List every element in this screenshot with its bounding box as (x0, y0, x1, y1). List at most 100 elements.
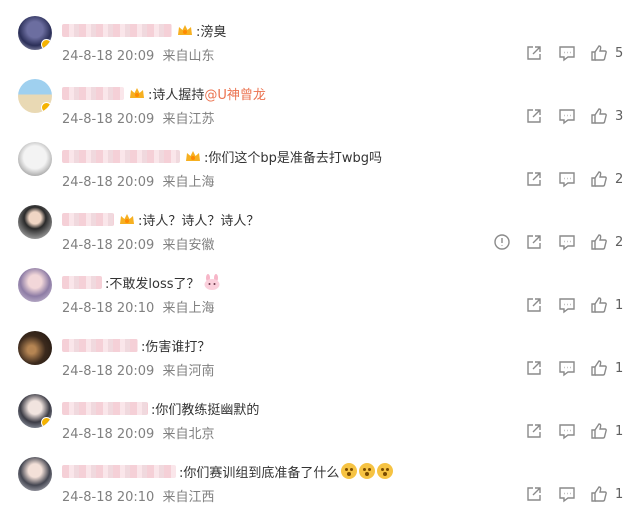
comment-content: :诗人？诗人？诗人？ (62, 209, 259, 229)
comment-meta: 24-8-18 20:10 来自上海 (62, 297, 215, 316)
comment-meta: 24-8-18 20:09 来自山东 (62, 45, 215, 64)
comment-icon[interactable] (558, 170, 576, 188)
share-icon[interactable] (525, 44, 543, 62)
comment-icon[interactable] (558, 485, 576, 503)
like-button[interactable]: 3 (590, 107, 623, 125)
comment-content: :你们教练挺幽默的 (62, 398, 259, 418)
username-blurred[interactable] (62, 275, 102, 289)
like-count: 3 (615, 108, 624, 124)
comment-location: 来自北京 (162, 427, 215, 442)
comment-item: :滂臭 24-8-18 20:09 来自山东 5 (0, 14, 643, 77)
avatar[interactable] (18, 16, 52, 50)
comment-item: :你们教练挺幽默的 24-8-18 20:09 来自北京 1 (0, 392, 643, 455)
comment-date: 24-8-18 20:09 (62, 112, 155, 127)
share-icon[interactable] (525, 422, 543, 440)
comment-icon[interactable] (558, 296, 576, 314)
comment-text: :不敢发loss了？ (105, 276, 200, 292)
like-count: 2 (615, 171, 624, 187)
report-icon[interactable] (493, 233, 511, 251)
comment-date: 24-8-18 20:09 (62, 175, 155, 190)
comment-list: :滂臭 24-8-18 20:09 来自山东 5:诗人握持 @U神曾龙 24-… (0, 0, 643, 517)
like-icon (591, 234, 607, 250)
like-icon (591, 423, 607, 439)
username-blurred[interactable] (62, 401, 148, 415)
comment-meta: 24-8-18 20:09 来自北京 (62, 423, 215, 442)
avatar[interactable] (18, 457, 52, 491)
comment-text: :诗人？诗人？诗人？ (138, 213, 260, 229)
comment-location: 来自上海 (162, 175, 215, 190)
comment-icon[interactable] (558, 422, 576, 440)
share-icon[interactable] (525, 296, 543, 314)
share-icon[interactable] (525, 485, 543, 503)
comment-location: 来自安徽 (162, 238, 215, 253)
avatar[interactable] (18, 268, 52, 302)
share-icon[interactable] (525, 170, 543, 188)
username-blurred[interactable] (62, 86, 124, 100)
avatar[interactable] (18, 394, 52, 428)
comment-item: :你们这个bp是准备去打wbg吗 24-8-18 20:09 来自上海 2 (0, 140, 643, 203)
avatar[interactable] (18, 205, 52, 239)
comment-location: 来自河南 (162, 364, 215, 379)
username-blurred[interactable] (62, 212, 114, 226)
comment-text: :你们这个bp是准备去打wbg吗 (204, 150, 383, 166)
comment-item: :不敢发loss了？ 24-8-18 20:10 来自上海 1 (0, 266, 643, 329)
comment-content: :你们这个bp是准备去打wbg吗 (62, 146, 382, 166)
avatar[interactable] (18, 331, 52, 365)
comment-icon[interactable] (558, 359, 576, 377)
share-icon[interactable] (525, 233, 543, 251)
surprised-emoji-icon (377, 463, 394, 479)
like-icon (591, 297, 607, 313)
comment-item: :诗人握持 @U神曾龙 24-8-18 20:09 来自江苏 3 (0, 77, 643, 140)
comment-item: :诗人？诗人？诗人？ 24-8-18 20:09 来自安徽 2 (0, 203, 643, 266)
comment-text: :你们教练挺幽默的 (151, 402, 260, 418)
comment-icon[interactable] (558, 233, 576, 251)
comment-date: 24-8-18 20:09 (62, 364, 155, 379)
comment-icon[interactable] (558, 44, 576, 62)
like-icon (591, 486, 607, 502)
comment-content: :伤害谁打？ (62, 335, 210, 355)
like-button[interactable]: 1 (590, 359, 623, 377)
like-button[interactable]: 2 (590, 170, 623, 188)
comment-content: :你们赛训组到底准备了什么 (62, 461, 394, 481)
like-icon (591, 171, 607, 187)
like-button[interactable]: 1 (590, 422, 623, 440)
avatar[interactable] (18, 142, 52, 176)
comment-date: 24-8-18 20:09 (62, 238, 155, 253)
like-icon (591, 45, 607, 61)
comment-date: 24-8-18 20:09 (62, 49, 155, 64)
username-blurred[interactable] (62, 464, 176, 478)
surprised-emoji-icon (359, 463, 376, 479)
comment-location: 来自上海 (162, 301, 215, 316)
share-icon[interactable] (525, 359, 543, 377)
rabbit-emoji-icon (203, 274, 221, 290)
crown-badge-icon (119, 212, 135, 226)
like-button[interactable]: 1 (590, 296, 623, 314)
comment-text: :你们赛训组到底准备了什么 (179, 465, 340, 481)
avatar[interactable] (18, 79, 52, 113)
comment-meta: 24-8-18 20:09 来自河南 (62, 360, 215, 379)
comment-meta: 24-8-18 20:09 来自江苏 (62, 108, 215, 127)
like-icon (591, 360, 607, 376)
username-blurred[interactable] (62, 23, 172, 37)
comment-text: :伤害谁打？ (141, 339, 211, 355)
mention-link[interactable]: @U神曾龙 (204, 84, 266, 103)
crown-badge-icon (177, 23, 193, 37)
comment-text: :滂臭 (196, 24, 227, 40)
comment-date: 24-8-18 20:10 (62, 490, 155, 505)
like-button[interactable]: 2 (590, 233, 623, 251)
username-blurred[interactable] (62, 149, 180, 163)
comment-content: :诗人握持 @U神曾龙 (62, 83, 266, 103)
like-button[interactable]: 1 (590, 485, 623, 503)
comment-text: :诗人握持 (148, 87, 205, 103)
comment-icon[interactable] (558, 107, 576, 125)
username-blurred[interactable] (62, 338, 138, 352)
share-icon[interactable] (525, 107, 543, 125)
like-icon (591, 108, 607, 124)
comment-location: 来自江西 (162, 490, 215, 505)
like-count: 1 (615, 297, 624, 313)
verified-badge-icon (41, 39, 52, 50)
comment-item: :你们赛训组到底准备了什么 24-8-18 20:10 来自江西 1 (0, 455, 643, 518)
like-count: 1 (615, 423, 624, 439)
like-button[interactable]: 5 (590, 44, 623, 62)
like-count: 1 (615, 486, 624, 502)
